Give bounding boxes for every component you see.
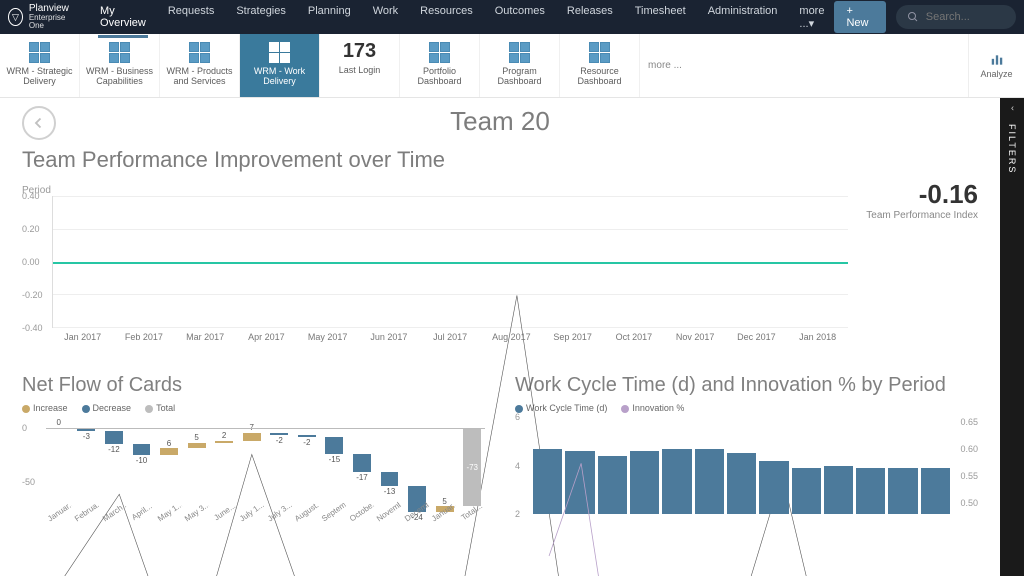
top-bar: ▽ Planview Enterprise One My OverviewReq…	[0, 0, 1024, 34]
nav-item-more-[interactable]: more ...▾	[789, 0, 834, 38]
ribbon-wrm-products-and-services[interactable]: WRM - Products and Services	[160, 34, 240, 97]
nav-item-timesheet[interactable]: Timesheet	[625, 0, 696, 38]
nav-item-work[interactable]: Work	[363, 0, 408, 38]
ribbon-program-dashboard[interactable]: Program Dashboard	[480, 34, 560, 97]
chevron-left-icon: ›	[1011, 104, 1014, 114]
nav-item-releases[interactable]: Releases	[557, 0, 623, 38]
filters-rail-label: FILTERS	[1007, 124, 1017, 174]
tpi-value: -0.16	[866, 179, 978, 210]
search-input[interactable]	[926, 11, 1006, 23]
brand-line2: Enterprise One	[29, 14, 72, 30]
ribbon-portfolio-dashboard[interactable]: Portfolio Dashboard	[400, 34, 480, 97]
brand-logo-icon: ▽	[8, 8, 23, 26]
search-icon	[906, 8, 920, 26]
nav-item-administration[interactable]: Administration	[698, 0, 788, 38]
new-button[interactable]: + New	[834, 1, 885, 33]
primary-nav: My OverviewRequestsStrategiesPlanningWor…	[90, 0, 834, 38]
nav-item-requests[interactable]: Requests	[158, 0, 224, 38]
ribbon-wrm-business-capabilities[interactable]: WRM - Business Capabilities	[80, 34, 160, 97]
brand-logo: ▽ Planview Enterprise One	[8, 4, 72, 30]
nav-item-my-overview[interactable]: My Overview	[90, 0, 156, 38]
tpi-line-chart: 0.400.200.00-0.20-0.40 Jan 2017Feb 2017M…	[22, 196, 848, 356]
period-label: Period	[22, 185, 848, 196]
ribbon-wrm-work-delivery[interactable]: WRM - Work Delivery	[240, 34, 320, 97]
nav-item-strategies[interactable]: Strategies	[226, 0, 296, 38]
ribbon-analyze[interactable]: Analyze	[968, 34, 1024, 97]
ribbon-last-login[interactable]: 173Last Login	[320, 34, 400, 97]
back-button[interactable]	[22, 106, 56, 140]
combo-chart: 642 0.650.600.550.50	[515, 417, 978, 532]
filters-rail[interactable]: › FILTERS	[1000, 98, 1024, 576]
netflow-waterfall-chart: 0-50 0-3-12-106527-2-2-15-17-13-245-73 J…	[22, 417, 485, 532]
ribbon-bar: WRM - Strategic DeliveryWRM - Business C…	[0, 34, 1024, 98]
legend-increase-dot	[22, 405, 30, 413]
nav-item-resources[interactable]: Resources	[410, 0, 483, 38]
ribbon-more[interactable]: more ...	[640, 34, 690, 97]
nav-item-outcomes[interactable]: Outcomes	[485, 0, 555, 38]
nav-item-planning[interactable]: Planning	[298, 0, 361, 38]
ribbon-resource-dashboard[interactable]: Resource Dashboard	[560, 34, 640, 97]
ribbon-wrm-strategic-delivery[interactable]: WRM - Strategic Delivery	[0, 34, 80, 97]
tpi-value-label: Team Performance Index	[866, 210, 978, 221]
chart1-title: Team Performance Improvement over Time	[22, 147, 978, 173]
page-title: Team 20	[450, 106, 550, 137]
search-box[interactable]	[896, 5, 1016, 29]
